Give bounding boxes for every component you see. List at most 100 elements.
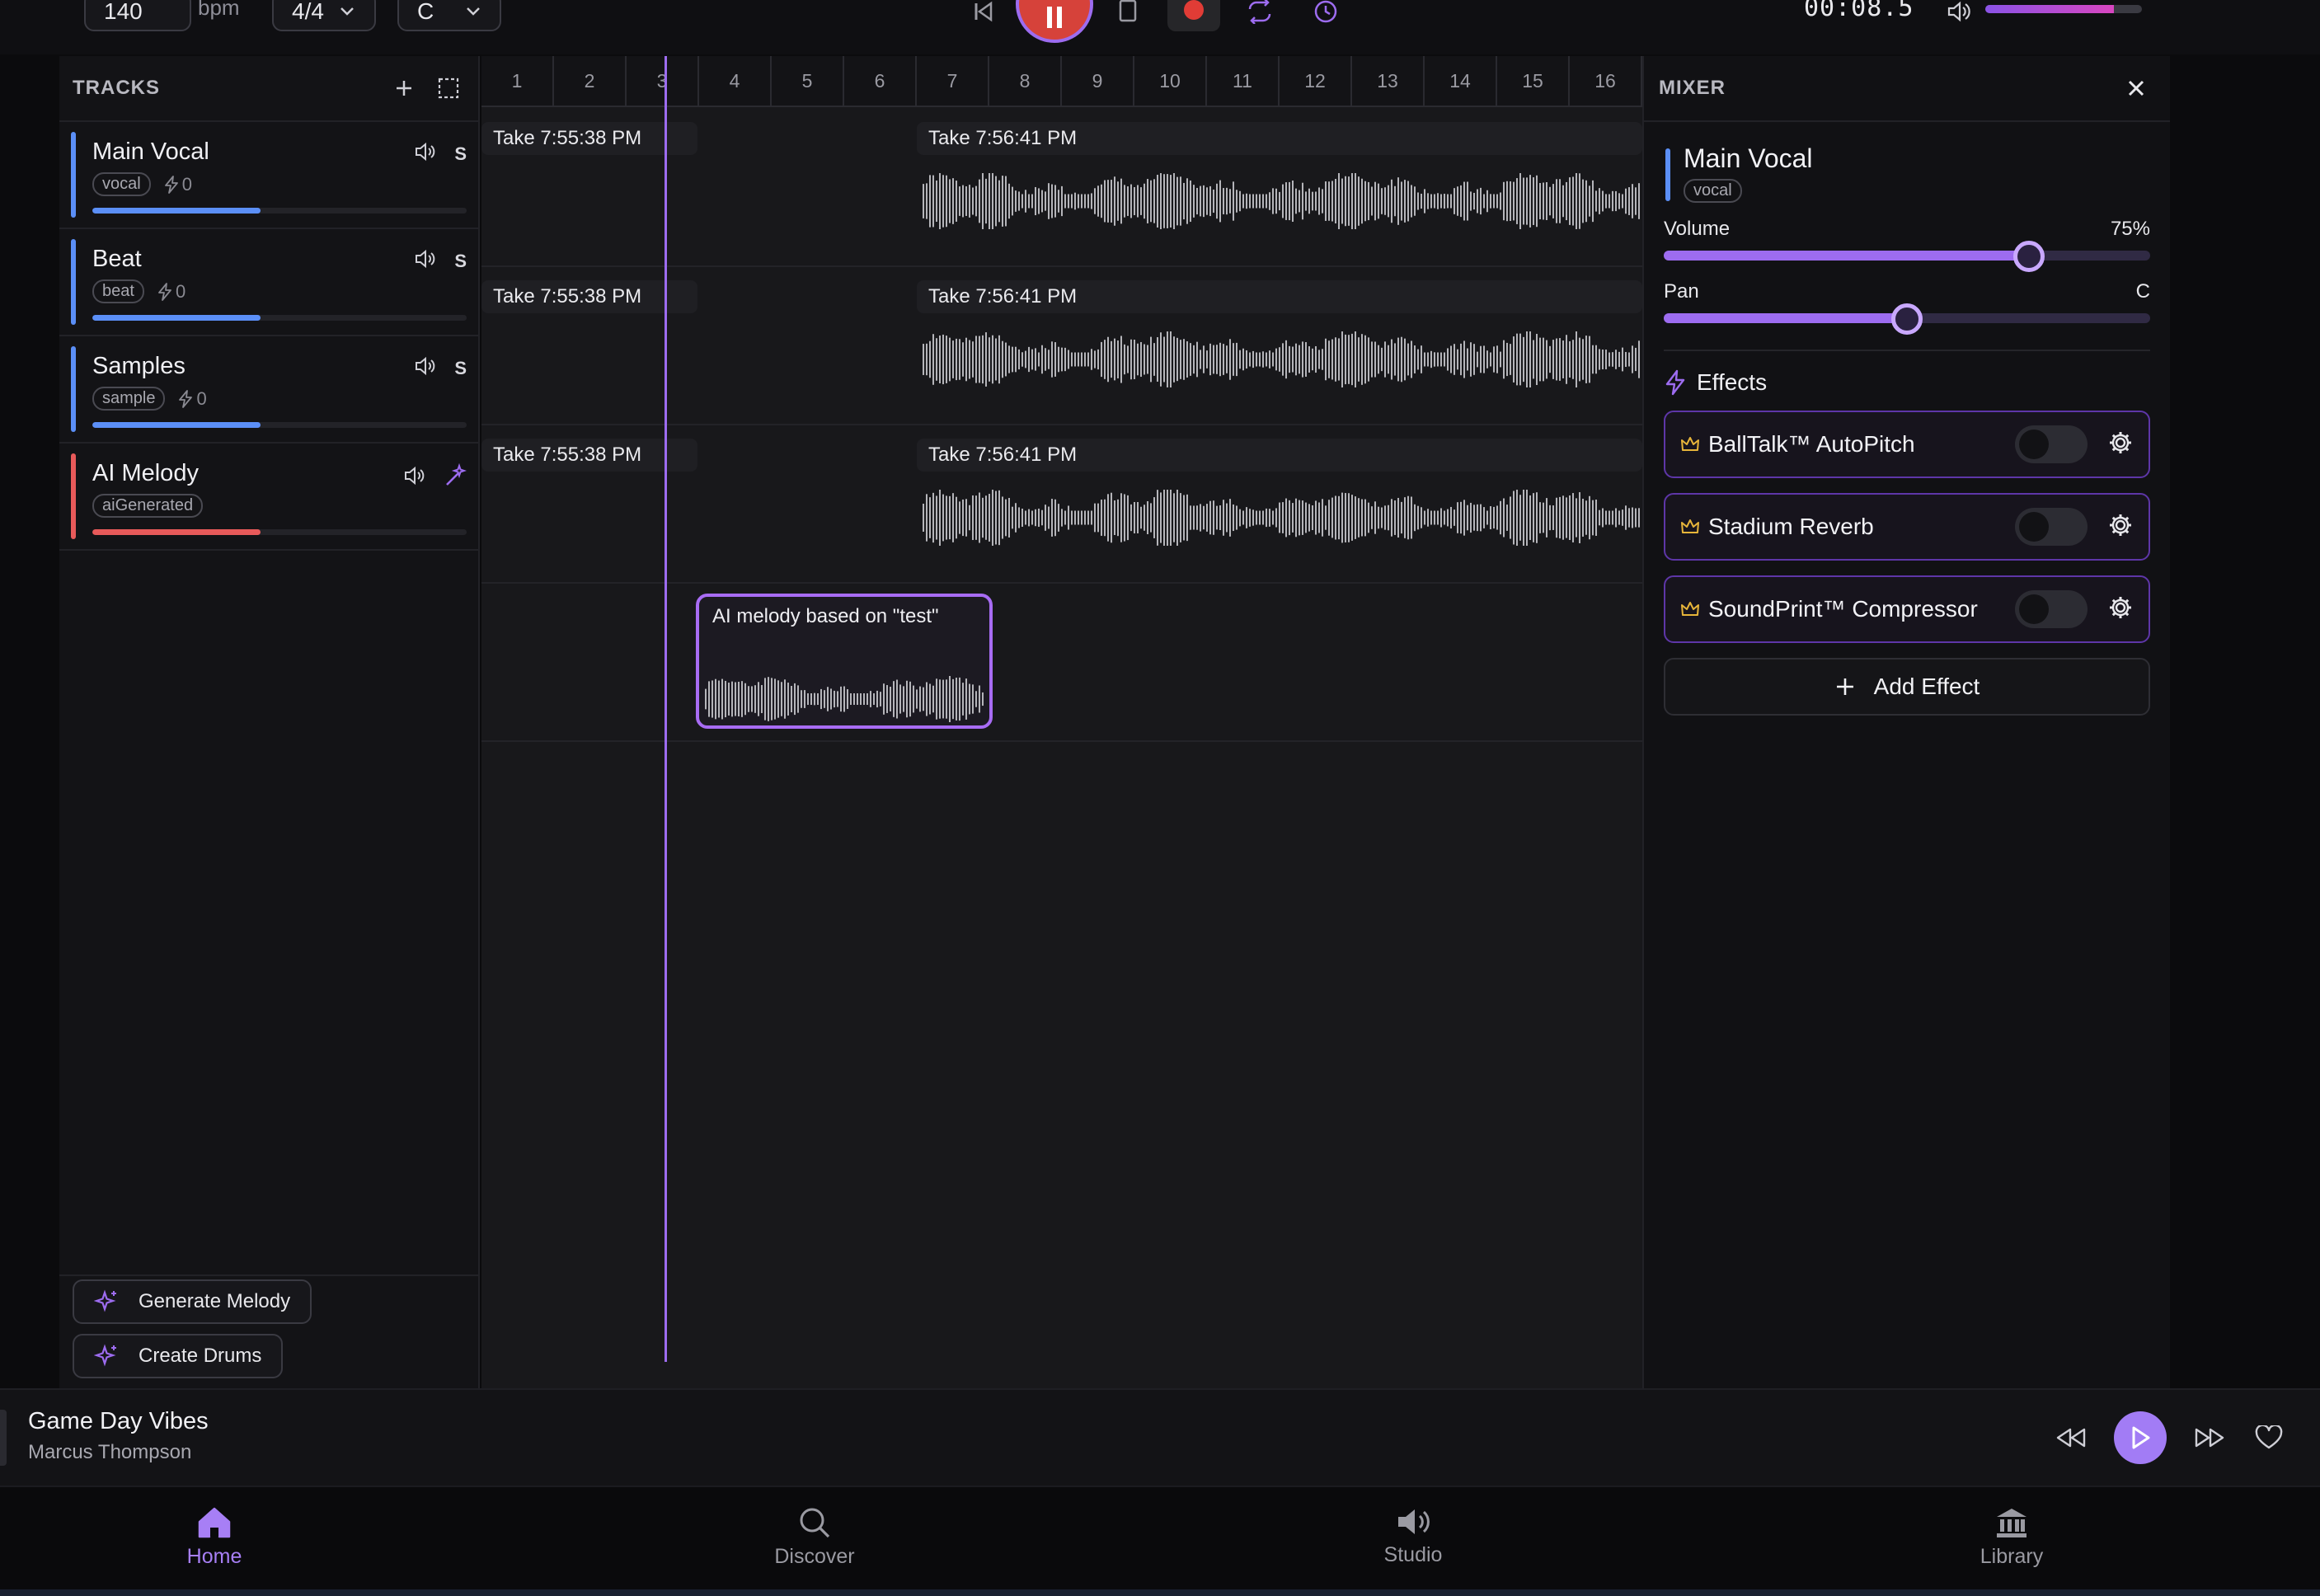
pause-button[interactable] [1016, 0, 1093, 43]
time-signature-select[interactable]: 4/4 [272, 0, 376, 31]
mute-button[interactable] [415, 356, 436, 380]
nav-discover[interactable]: Discover [732, 1505, 897, 1569]
record-dot-icon [1184, 0, 1204, 20]
ruler-bar-number[interactable]: 5 [772, 56, 844, 106]
home-indicator-strip [0, 1589, 2320, 1596]
mute-button[interactable] [404, 466, 425, 490]
track-row[interactable]: AI Melody aiGenerated [59, 444, 478, 551]
generate-melody-button[interactable]: Generate Melody [73, 1279, 312, 1324]
sparkles-icon [94, 1289, 116, 1312]
solo-button[interactable]: S [454, 251, 467, 272]
key-select[interactable]: C [397, 0, 501, 31]
lane-beat[interactable]: Take 7:55:38 PM Take 7:56:41 PM [481, 267, 1642, 425]
mixer-header: MIXER [1644, 56, 2170, 122]
nav-library[interactable]: Library [1929, 1505, 2094, 1569]
ruler-bar-number[interactable]: 9 [1062, 56, 1134, 106]
clip-label[interactable]: Take 7:56:41 PM [917, 280, 1642, 313]
volume-slider[interactable] [1664, 241, 2150, 272]
now-playing-bar[interactable]: Game Day Vibes Marcus Thompson [0, 1388, 2320, 1486]
ruler-bar-number[interactable]: 1 [481, 56, 554, 106]
speaker-icon [416, 356, 435, 376]
track-fx-count-value: 0 [181, 173, 192, 195]
stop-button[interactable] [1110, 0, 1146, 28]
create-drums-button[interactable]: Create Drums [73, 1334, 284, 1378]
key-value: C [417, 0, 434, 24]
ruler-bar-number[interactable]: 7 [917, 56, 989, 106]
nav-studio[interactable]: Studio [1331, 1505, 1496, 1567]
track-row[interactable]: Samples sample 0 S [59, 336, 478, 444]
fast-forward-button[interactable] [2188, 1416, 2231, 1459]
effect-toggle[interactable] [2015, 508, 2088, 546]
nav-home[interactable]: Home [132, 1505, 297, 1569]
add-track-button[interactable] [387, 72, 420, 105]
ruler-bar-number[interactable]: 11 [1207, 56, 1280, 106]
slider-fill [1664, 313, 1907, 323]
master-volume-button[interactable] [1941, 0, 1977, 28]
solo-button[interactable]: S [454, 143, 467, 165]
rewind-button[interactable] [2050, 1416, 2092, 1459]
effect-settings-button[interactable] [2107, 430, 2134, 460]
pan-value: C [2135, 280, 2150, 303]
ruler-bar-number[interactable]: 3 [627, 56, 699, 106]
ruler-bar-number[interactable]: 14 [1425, 56, 1497, 106]
master-volume-slider[interactable] [1985, 5, 2142, 13]
play-button[interactable] [2114, 1411, 2167, 1464]
track-tag: vocal [92, 172, 151, 196]
mute-button[interactable] [415, 142, 436, 166]
now-playing-title: Game Day Vibes [28, 1408, 209, 1434]
add-effect-button[interactable]: Add Effect [1664, 658, 2150, 716]
solo-button[interactable]: S [454, 358, 467, 379]
track-row[interactable]: Beat beat 0 S [59, 229, 478, 336]
bpm-input[interactable]: 140 [84, 0, 191, 31]
track-level-fill [92, 315, 261, 321]
volume-control: Volume 75% [1664, 218, 2150, 272]
nav-library-label: Library [1980, 1545, 2044, 1568]
effect-toggle[interactable] [2015, 425, 2088, 463]
pan-slider[interactable] [1664, 303, 2150, 335]
crown-icon [1681, 519, 1699, 533]
ruler-bar-number[interactable]: 6 [844, 56, 917, 106]
like-button[interactable] [2247, 1416, 2290, 1459]
clip-label[interactable]: Take 7:56:41 PM [917, 122, 1642, 155]
lane-ai-melody[interactable] [481, 584, 1642, 742]
skip-back-button[interactable] [965, 0, 1001, 28]
effect-settings-button[interactable] [2107, 512, 2134, 542]
fast-forward-icon [2195, 1428, 2224, 1448]
slider-knob[interactable] [1891, 303, 1923, 335]
ruler-bar-number[interactable]: 13 [1352, 56, 1425, 106]
playhead[interactable] [665, 56, 667, 1362]
toggle-knob [2019, 430, 2049, 459]
lane-samples[interactable]: Take 7:55:38 PM Take 7:56:41 PM [481, 425, 1642, 584]
ruler-bar-number[interactable]: 15 [1497, 56, 1570, 106]
mute-button[interactable] [415, 249, 436, 273]
history-button[interactable] [1308, 0, 1344, 28]
record-button[interactable] [1167, 0, 1220, 31]
lane-main-vocal[interactable]: Take 7:55:38 PM Take 7:56:41 PM [481, 109, 1642, 267]
track-fx-count: 0 [178, 388, 207, 410]
clip-label[interactable]: Take 7:56:41 PM [917, 439, 1642, 472]
track-fx-count: 0 [157, 281, 186, 303]
slider-knob[interactable] [2012, 241, 2045, 272]
ruler-bar-number[interactable]: 2 [554, 56, 627, 106]
ruler-bar-number[interactable]: 12 [1280, 56, 1352, 106]
mixer-title: MIXER [1659, 77, 1726, 99]
select-tracks-button[interactable] [432, 72, 465, 105]
ruler-bar-number[interactable]: 16 [1570, 56, 1642, 106]
track-row[interactable]: Main Vocal vocal 0 S [59, 122, 478, 229]
timeline[interactable]: 1 2 3 4 5 6 7 8 9 10 11 12 13 14 15 16 Take 7:55:38 PM … [481, 56, 1642, 1388]
loop-button[interactable] [1242, 0, 1278, 28]
ai-melody-clip[interactable]: AI melody based on "test" [696, 594, 993, 729]
track-level-bar [92, 208, 467, 214]
chevron-down-icon [467, 7, 480, 16]
bar-ruler[interactable]: 1 2 3 4 5 6 7 8 9 10 11 12 13 14 15 16 [481, 56, 1642, 107]
ruler-bar-number[interactable]: 10 [1134, 56, 1207, 106]
close-mixer-button[interactable] [2122, 74, 2150, 102]
ruler-bar-number[interactable]: 8 [989, 56, 1062, 106]
effect-toggle[interactable] [2015, 590, 2088, 628]
gear-icon [2110, 431, 2131, 453]
sparkles-icon [94, 1344, 116, 1367]
effect-settings-button[interactable] [2107, 594, 2134, 625]
ai-generate-button[interactable] [444, 462, 467, 492]
library-icon [1997, 1509, 2026, 1537]
ruler-bar-number[interactable]: 4 [699, 56, 772, 106]
